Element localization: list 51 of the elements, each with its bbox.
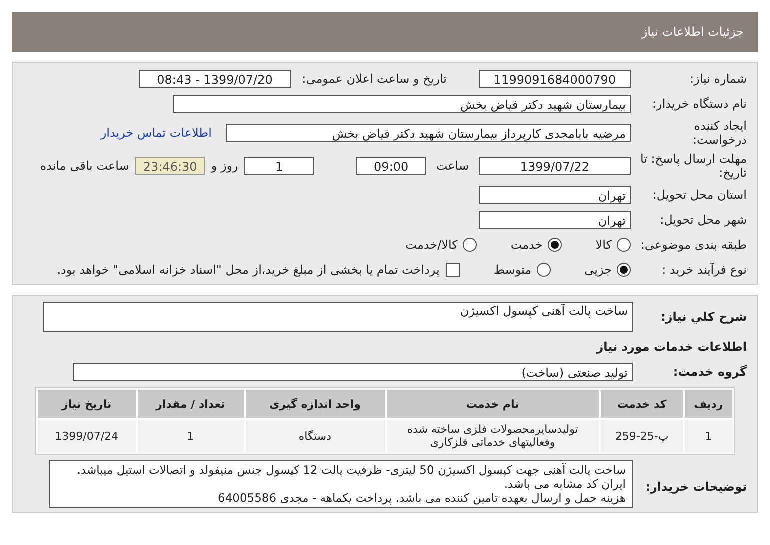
field-label: تاریخ و ساعت اعلان عمومی: xyxy=(301,72,447,86)
field-label: شرح کلي نياز: xyxy=(660,309,747,324)
radio-option[interactable]: جزیی xyxy=(584,263,631,277)
field-label: ساعت xyxy=(436,159,469,173)
field-label: توضیحات خریدار: xyxy=(644,479,747,494)
text-field[interactable]: 09:00 xyxy=(356,157,426,175)
text-field[interactable]: مرضیه بابامجدی کارپرداز بیمارستان شهید دکتر فیاض بخش xyxy=(226,124,631,142)
notes-text: ساخت پالت آهنی جهت کپسول اکسیژن 50 لیتری- ظرفیت پالت 12 کپسول جنس منیفولد و اتصالات استیل میباشد. ایران کد مشابه می باشد. xyxy=(76,463,626,491)
radio-option[interactable]: کالا xyxy=(596,238,631,252)
table-cell: پ-25-259 xyxy=(600,420,684,452)
column-header: تعداد / مقدار xyxy=(138,390,244,418)
section-heading: اطلاعات خدمات مورد نیاز xyxy=(596,340,747,354)
field-label: ایجاد کننده درخواست: xyxy=(692,119,747,147)
field-label: شهر محل تحویل: xyxy=(659,213,747,227)
field-label: نوع فرآیند خرید : xyxy=(661,263,747,277)
radio-option[interactable]: خدمت xyxy=(510,238,562,252)
checkbox[interactable] xyxy=(446,263,460,277)
table-cell: 1 xyxy=(138,420,244,452)
text-field[interactable]: تهران xyxy=(479,186,631,204)
table-cell: دستگاه xyxy=(246,420,385,452)
field-label: استان محل تحویل: xyxy=(652,188,747,202)
field-label: ساعت باقی مانده xyxy=(40,159,130,173)
text-field[interactable]: 1 xyxy=(244,157,314,175)
page-header: جزئیات اطلاعات نیاز xyxy=(12,12,758,52)
checkbox-label: پرداخت تمام یا بخشی از مبلغ خرید،از محل "اسناد خزانه اسلامی" خواهد بود. xyxy=(57,263,440,277)
radio-option[interactable]: متوسط xyxy=(494,263,551,277)
text-field[interactable]: 1399/07/20 - 08:43 xyxy=(139,70,291,88)
text-area[interactable]: ساخت پالت آهنی کپسول اکسیژن xyxy=(43,302,633,332)
column-header: تاریخ نیاز xyxy=(38,390,136,418)
contact-link[interactable]: اطلاعات تماس خریدار xyxy=(100,126,212,140)
table-cell: تولیدسایرمحصولات فلزی ساخته شده وفعالیتهای خدماتی فلزکاری xyxy=(386,420,599,452)
text-field[interactable]: 1199091684000790 xyxy=(479,70,631,88)
field-label: طبقه بندی موضوعی: xyxy=(640,238,747,252)
field-label: نام دستگاه خریدار: xyxy=(652,97,747,111)
column-header: کد خدمت xyxy=(600,390,684,418)
field-label: گروه خدمت: xyxy=(672,365,747,379)
countdown-field: 23:46:30 xyxy=(135,157,206,175)
field-label: شماره نیاز: xyxy=(689,72,747,86)
table-cell: 1 xyxy=(685,420,732,452)
field-label: روز و xyxy=(211,159,238,173)
text-field[interactable]: تهران xyxy=(479,211,631,229)
text-field[interactable]: 1399/07/22 xyxy=(479,157,631,175)
text-field[interactable]: تولید صنعتی (ساخت) xyxy=(73,363,633,381)
text-field[interactable]: بیمارستان شهید دکتر فیاض بخش xyxy=(173,95,631,113)
column-header: نام خدمت xyxy=(386,390,599,418)
column-header: ردیف xyxy=(685,390,732,418)
notes-text: هزینه حمل و ارسال بعهده تامین کننده می باشد. پرداخت یکماهه - مجدی 64005586 xyxy=(217,491,626,505)
field-label: مهلت ارسال پاسخ: تا تاریخ: xyxy=(639,152,747,180)
column-header: واحد اندازه گیری xyxy=(246,390,385,418)
radio-option[interactable]: کالا/خدمت xyxy=(406,238,477,252)
table-cell: 1399/07/24 xyxy=(38,420,136,452)
